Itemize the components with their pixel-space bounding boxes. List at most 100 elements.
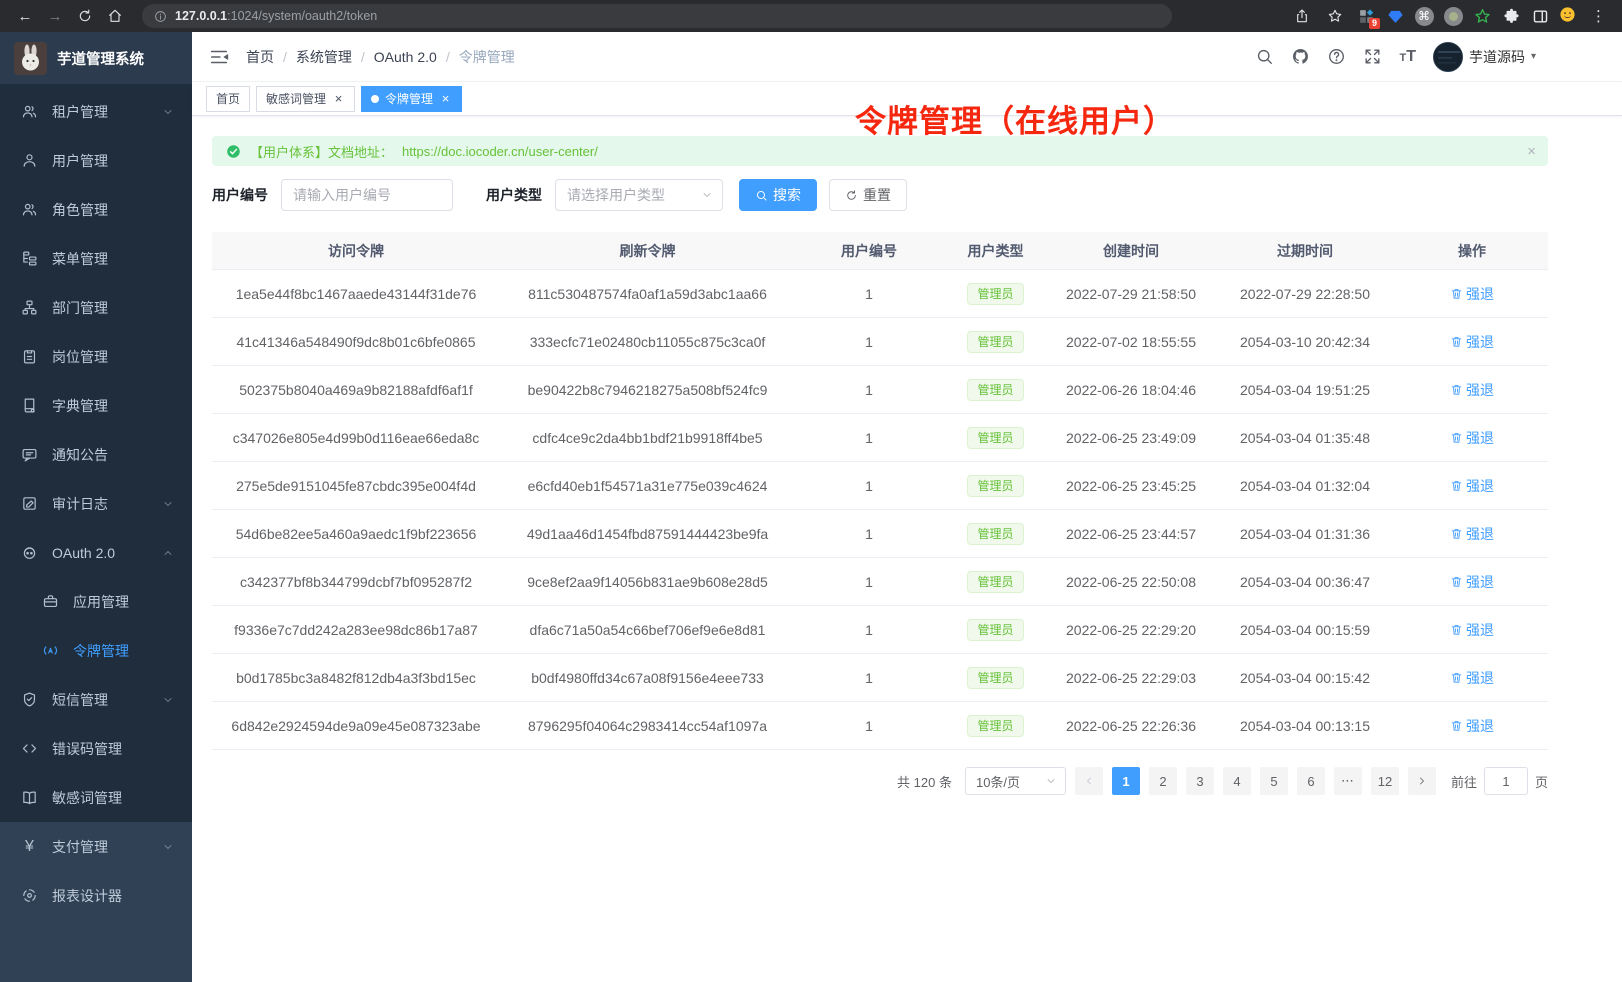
- force-logout-button[interactable]: 强退: [1450, 716, 1494, 736]
- refresh-token-cell: 49d1aa46d1454fbd87591444423be9fa: [500, 526, 795, 542]
- chevron-left-icon: [1083, 775, 1095, 787]
- search-icon[interactable]: [1255, 47, 1274, 66]
- errcode-icon: [21, 740, 38, 757]
- close-icon[interactable]: ×: [439, 92, 452, 105]
- page-button[interactable]: 3: [1186, 767, 1214, 795]
- browser-menu-icon[interactable]: ⋮: [1587, 7, 1610, 25]
- bookmark-star-icon[interactable]: [1322, 3, 1348, 29]
- browser-home-icon[interactable]: [102, 3, 128, 29]
- chevron-down-icon: [162, 841, 174, 853]
- refresh-token-cell: be90422b8c7946218275a508bf524fc9: [500, 382, 795, 398]
- force-logout-button[interactable]: 强退: [1450, 284, 1494, 304]
- access-token-cell: c347026e805e4d99b0d116eae66eda8c: [212, 430, 500, 446]
- created-cell: 2022-06-25 22:26:36: [1048, 718, 1214, 734]
- table-body: 1ea5e44f8bc1467aaede43144f31de76 811c530…: [212, 270, 1548, 750]
- browser-forward-icon[interactable]: →: [42, 3, 68, 29]
- force-logout-button[interactable]: 强退: [1450, 620, 1494, 640]
- tab-token-management[interactable]: 令牌管理 ×: [361, 86, 462, 112]
- sidebar-collapse-icon[interactable]: [208, 46, 230, 68]
- page-button[interactable]: 4: [1223, 767, 1251, 795]
- sidebar-item[interactable]: 通知公告: [0, 430, 192, 479]
- user-id-cell: 1: [795, 622, 943, 638]
- page-button[interactable]: 2: [1149, 767, 1177, 795]
- force-logout-button[interactable]: 强退: [1450, 572, 1494, 592]
- page-button[interactable]: ⋯: [1334, 767, 1362, 795]
- audit-icon: [21, 495, 38, 512]
- sidebar-item[interactable]: 部门管理: [0, 283, 192, 332]
- sidebar-item[interactable]: 岗位管理: [0, 332, 192, 381]
- dict-icon: [21, 397, 38, 414]
- sidebar-item[interactable]: 角色管理: [0, 185, 192, 234]
- goto-page-input[interactable]: [1484, 767, 1528, 795]
- fullscreen-icon[interactable]: [1363, 47, 1382, 66]
- sidebar-item[interactable]: ¥ 支付管理: [0, 822, 192, 871]
- sidebar-item[interactable]: 租户管理: [0, 87, 192, 136]
- sidebar-item[interactable]: 字典管理: [0, 381, 192, 430]
- user-id-cell: 1: [795, 430, 943, 446]
- sidebar-item[interactable]: 错误码管理: [0, 724, 192, 773]
- breadcrumb-system[interactable]: 系统管理: [296, 47, 352, 67]
- force-logout-button[interactable]: 强退: [1450, 380, 1494, 400]
- sidebar-item[interactable]: 菜单管理: [0, 234, 192, 283]
- sidebar-item[interactable]: 审计日志: [0, 479, 192, 528]
- force-logout-button[interactable]: 强退: [1450, 428, 1494, 448]
- sidebar-panel-icon[interactable]: [1529, 5, 1551, 27]
- sidebar-item[interactable]: 敏感词管理: [0, 773, 192, 822]
- extension-gem-icon[interactable]: [1384, 5, 1406, 27]
- page-button[interactable]: 1: [1112, 767, 1140, 795]
- breadcrumb-home[interactable]: 首页: [246, 47, 274, 67]
- table-row: f9336e7c7dd242a283ee98dc86b17a87 dfa6c71…: [212, 606, 1548, 654]
- user-type-select[interactable]: 请选择用户类型: [555, 179, 723, 211]
- tab-home[interactable]: 首页: [206, 86, 250, 112]
- sidebar-item[interactable]: 短信管理: [0, 675, 192, 724]
- breadcrumb-oauth[interactable]: OAuth 2.0: [374, 49, 437, 65]
- extension-star-icon[interactable]: [1471, 5, 1493, 27]
- alert-close-icon[interactable]: ×: [1527, 143, 1536, 160]
- sidebar-item[interactable]: 用户管理: [0, 136, 192, 185]
- font-size-icon[interactable]: TT: [1399, 49, 1416, 65]
- next-page-button[interactable]: [1408, 767, 1436, 795]
- app-logo[interactable]: 芋道管理系统: [0, 32, 192, 84]
- user-menu[interactable]: 芋道源码 ▾: [1433, 42, 1536, 72]
- created-cell: 2022-06-25 22:29:20: [1048, 622, 1214, 638]
- sidebar-item[interactable]: 令牌管理: [0, 626, 192, 675]
- extension-command-icon[interactable]: ⌘: [1413, 5, 1435, 27]
- github-icon[interactable]: [1291, 47, 1310, 66]
- page-button[interactable]: 6: [1297, 767, 1325, 795]
- extension-dot-icon[interactable]: [1442, 5, 1464, 27]
- page-button[interactable]: 5: [1260, 767, 1288, 795]
- doc-link[interactable]: https://doc.iocoder.cn/user-center/: [402, 144, 598, 159]
- page-button[interactable]: 12: [1371, 767, 1399, 795]
- extension-puzzle-icon[interactable]: [1500, 5, 1522, 27]
- force-logout-button[interactable]: 强退: [1450, 332, 1494, 352]
- sidebar-item[interactable]: 应用管理: [0, 577, 192, 626]
- refresh-token-cell: 9ce8ef2aa9f14056b831ae9b608e28d5: [500, 574, 795, 590]
- browser-profile-avatar[interactable]: [1558, 5, 1580, 27]
- user-id-input[interactable]: [281, 179, 453, 211]
- active-tab-dot: [371, 95, 379, 103]
- force-logout-button[interactable]: 强退: [1450, 668, 1494, 688]
- prev-page-button[interactable]: [1075, 767, 1103, 795]
- close-icon[interactable]: ×: [332, 92, 345, 105]
- extension-grid-icon[interactable]: 9: [1355, 5, 1377, 27]
- menu-group-root: ¥ 支付管理 报表设计器: [0, 822, 192, 920]
- token-table: 访问令牌 刷新令牌 用户编号 用户类型 创建时间 过期时间 操作 1ea5e44…: [212, 232, 1548, 750]
- gem-icon: [1387, 8, 1403, 24]
- browser-back-icon[interactable]: ←: [12, 3, 38, 29]
- search-icon: [755, 189, 768, 202]
- force-logout-button[interactable]: 强退: [1450, 476, 1494, 496]
- force-logout-button[interactable]: 强退: [1450, 524, 1494, 544]
- help-icon[interactable]: [1327, 47, 1346, 66]
- reset-button[interactable]: 重置: [829, 179, 907, 211]
- search-button[interactable]: 搜索: [739, 179, 817, 211]
- tab-sensitive-words[interactable]: 敏感词管理 ×: [256, 86, 355, 112]
- sidebar-item[interactable]: OAuth 2.0: [0, 528, 192, 577]
- rabbit-logo-icon: [14, 42, 47, 75]
- sidebar-item[interactable]: 报表设计器: [0, 871, 192, 920]
- browser-refresh-icon[interactable]: [72, 3, 98, 29]
- chevron-down-icon: [162, 694, 174, 706]
- page-size-select[interactable]: 10条/页: [965, 767, 1066, 795]
- actions-cell: 强退: [1396, 332, 1548, 352]
- share-icon[interactable]: [1289, 3, 1315, 29]
- address-bar[interactable]: 127.0.0.1:1024/system/oauth2/token: [142, 4, 1172, 28]
